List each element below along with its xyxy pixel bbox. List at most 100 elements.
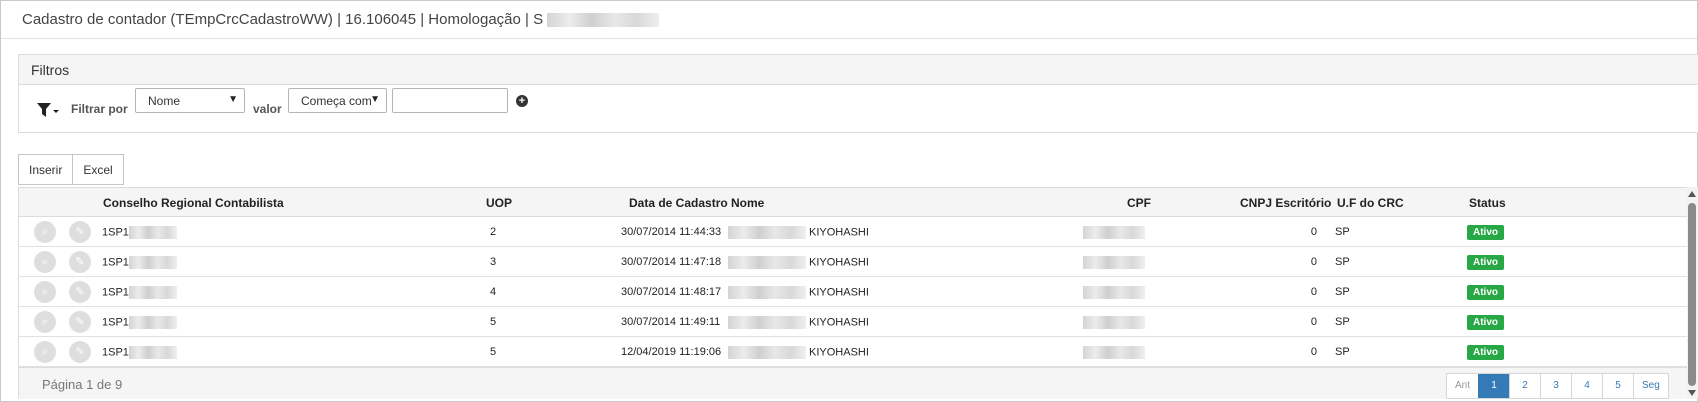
cell-uf: SP: [1335, 226, 1350, 238]
status-badge: Ativo: [1467, 345, 1504, 360]
pencil-icon[interactable]: ✎: [69, 281, 91, 303]
pencil-icon[interactable]: ✎: [69, 311, 91, 333]
cell-uf: SP: [1335, 316, 1350, 328]
cell-cpf: [1083, 316, 1145, 329]
redacted-value: [1083, 256, 1145, 269]
status-badge: Ativo: [1467, 285, 1504, 300]
search-icon[interactable]: ⌕: [34, 221, 56, 243]
funnel-icon[interactable]: [36, 102, 60, 120]
plus-circle-icon[interactable]: +: [516, 95, 528, 107]
redacted-value: [128, 256, 177, 269]
cell-name: KIYOHASHI: [728, 316, 869, 329]
cell-uop: 3: [490, 256, 497, 268]
page-button-1[interactable]: 1: [1478, 374, 1510, 398]
redacted-value: [728, 346, 806, 359]
search-icon[interactable]: ⌕: [34, 341, 56, 363]
cell-cnpj: 0: [1310, 346, 1317, 358]
page-button-4[interactable]: 4: [1571, 374, 1602, 398]
table-row[interactable]: ⌕ ✎ 1SP1 5 30/07/2014 11:49:11 KIYOHASHI…: [19, 307, 1687, 337]
table-row[interactable]: ⌕ ✎ 1SP1 5 12/04/2019 11:19:06 KIYOHASHI…: [19, 337, 1687, 367]
cell-name: KIYOHASHI: [728, 256, 869, 269]
redacted-value: [128, 286, 177, 299]
cell-date: 30/07/2014 11:44:33: [621, 226, 722, 238]
vertical-scrollbar[interactable]: [1687, 187, 1698, 399]
column-header-status[interactable]: Status: [1469, 196, 1506, 210]
scrollbar-thumb[interactable]: [1688, 203, 1696, 386]
data-grid: Conselho Regional Contabilista UOP Data …: [18, 187, 1687, 399]
column-header-date[interactable]: Data de Cadastro: [629, 196, 728, 210]
pencil-icon[interactable]: ✎: [69, 221, 91, 243]
search-icon[interactable]: ⌕: [34, 251, 56, 273]
redacted-value: [728, 226, 806, 239]
table-row[interactable]: ⌕ ✎ 1SP1 4 30/07/2014 11:48:17 KIYOHASHI…: [19, 277, 1687, 307]
toolbar: Inserir Excel: [18, 154, 124, 185]
page-button-5[interactable]: 5: [1602, 374, 1633, 398]
cell-uf: SP: [1335, 346, 1350, 358]
table-row[interactable]: ⌕ ✎ 1SP1 3 30/07/2014 11:47:18 KIYOHASHI…: [19, 247, 1687, 277]
cell-cnpj: 0: [1310, 256, 1317, 268]
scroll-up-arrow-icon[interactable]: [1688, 191, 1696, 197]
cell-date: 30/07/2014 11:47:18: [621, 256, 722, 268]
redacted-value: [1083, 226, 1145, 239]
excel-button[interactable]: Excel: [73, 154, 124, 185]
filter-value-input[interactable]: [392, 88, 508, 113]
cell-name: KIYOHASHI: [728, 226, 869, 239]
page-button-3[interactable]: 3: [1540, 374, 1571, 398]
chevron-down-icon: ▼: [228, 94, 238, 105]
filter-by-select[interactable]: Nome ▼: [135, 88, 245, 113]
redacted-title: [547, 13, 660, 28]
search-icon[interactable]: ⌕: [34, 281, 56, 303]
chevron-down-icon: ▼: [370, 94, 380, 105]
status-badge: Ativo: [1467, 255, 1504, 270]
cell-cpf: [1083, 346, 1145, 359]
redacted-value: [728, 286, 806, 299]
column-header-name[interactable]: Nome: [731, 196, 764, 210]
cell-cpf: [1083, 286, 1145, 299]
next-page-button[interactable]: Seg: [1633, 374, 1668, 398]
cell-name: KIYOHASHI: [728, 346, 869, 359]
app-window: Cadastro de contador (TEmpCrcCadastroWW)…: [0, 0, 1698, 402]
cell-crc: 1SP1: [102, 346, 177, 359]
cell-crc: 1SP1: [102, 226, 177, 239]
cell-uop: 5: [490, 346, 497, 358]
cell-uf: SP: [1335, 286, 1350, 298]
pencil-icon[interactable]: ✎: [69, 251, 91, 273]
column-header-cpf[interactable]: CPF: [1127, 196, 1151, 210]
scroll-down-arrow-icon[interactable]: [1688, 390, 1696, 396]
redacted-value: [728, 256, 806, 269]
pagination: Ant 1 2 3 4 5 Seg: [1446, 373, 1669, 399]
column-header-uf[interactable]: U.F do CRC: [1337, 196, 1404, 210]
cell-uop: 4: [490, 286, 497, 298]
redacted-value: [728, 316, 806, 329]
redacted-value: [128, 316, 177, 329]
prev-page-button[interactable]: Ant: [1447, 374, 1478, 398]
value-label: valor: [253, 102, 282, 116]
cell-name: KIYOHASHI: [728, 286, 869, 299]
cell-uop: 5: [490, 316, 497, 328]
page-title: Cadastro de contador (TEmpCrcCadastroWW)…: [22, 11, 660, 28]
cell-cnpj: 0: [1310, 226, 1317, 238]
cell-crc: 1SP1: [102, 316, 177, 329]
search-icon[interactable]: ⌕: [34, 311, 56, 333]
cell-date: 30/07/2014 11:48:17: [621, 286, 722, 298]
pencil-icon[interactable]: ✎: [69, 341, 91, 363]
redacted-value: [128, 226, 177, 239]
cell-uf: SP: [1335, 256, 1350, 268]
page-info: Página 1 de 9: [42, 377, 123, 392]
redacted-value: [1083, 346, 1145, 359]
cell-cpf: [1083, 256, 1145, 269]
operator-select[interactable]: Começa com ▼: [288, 88, 387, 113]
table-row[interactable]: ⌕ ✎ 1SP1 2 30/07/2014 11:44:33 KIYOHASHI…: [19, 217, 1687, 247]
column-header-crc[interactable]: Conselho Regional Contabilista: [103, 196, 284, 210]
status-badge: Ativo: [1467, 225, 1504, 240]
filter-by-label: Filtrar por: [71, 102, 128, 116]
cell-cpf: [1083, 226, 1145, 239]
filter-panel-title: Filtros: [19, 55, 1698, 85]
insert-button[interactable]: Inserir: [18, 154, 74, 185]
grid-header: Conselho Regional Contabilista UOP Data …: [19, 187, 1687, 217]
page-button-2[interactable]: 2: [1509, 374, 1540, 398]
column-header-cnpj[interactable]: CNPJ Escritório: [1240, 196, 1331, 210]
cell-cnpj: 0: [1310, 316, 1317, 328]
column-header-uop[interactable]: UOP: [486, 196, 512, 210]
status-badge: Ativo: [1467, 315, 1504, 330]
